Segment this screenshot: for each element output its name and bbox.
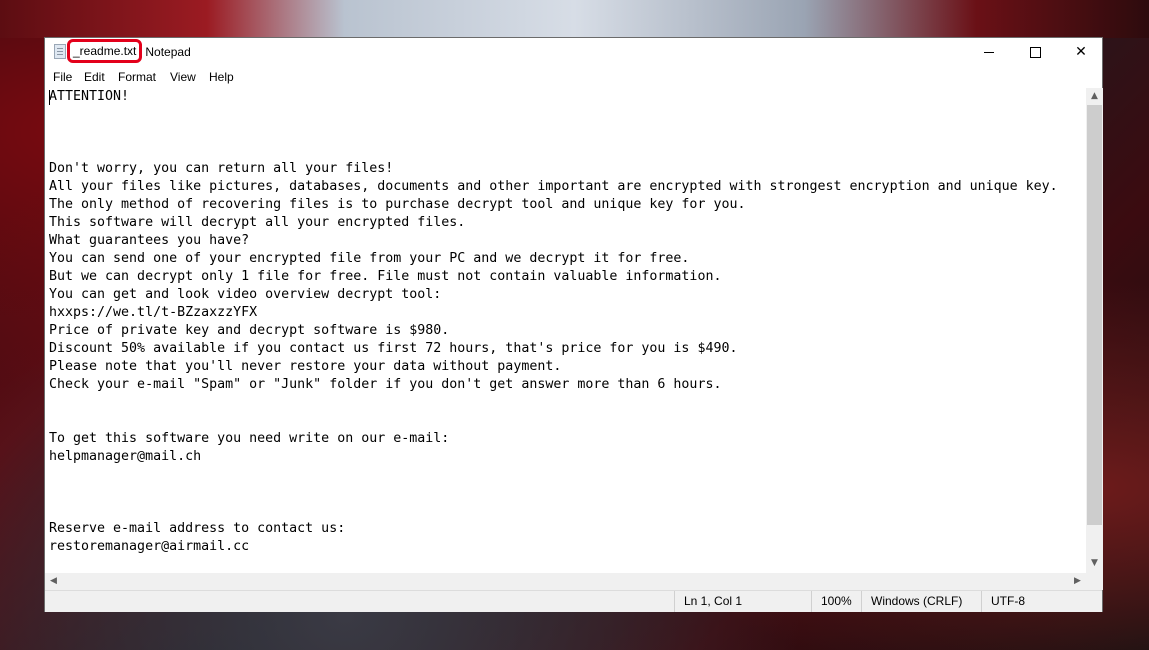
text-caret bbox=[49, 90, 50, 105]
notepad-window: _readme.txt Notepad ✕ File Edit Format Vi… bbox=[44, 37, 1103, 612]
maximize-button[interactable] bbox=[1012, 38, 1058, 66]
scroll-right-icon[interactable]: ▶ bbox=[1069, 576, 1086, 586]
notepad-icon bbox=[54, 44, 66, 59]
minimize-button[interactable] bbox=[966, 38, 1012, 66]
status-zoom: 100% bbox=[811, 591, 861, 612]
maximize-icon bbox=[1029, 46, 1041, 58]
close-button[interactable]: ✕ bbox=[1058, 38, 1104, 66]
menu-bar: File Edit Format View Help bbox=[45, 66, 1102, 88]
minimize-icon bbox=[984, 51, 994, 53]
scroll-left-icon[interactable]: ◀ bbox=[45, 576, 62, 586]
window-title: _readme.txt Notepad bbox=[67, 39, 191, 63]
close-icon: ✕ bbox=[1075, 44, 1087, 60]
text-editor[interactable]: ATTENTION! Don't worry, you can return a… bbox=[45, 88, 1086, 573]
vertical-scroll-thumb[interactable] bbox=[1087, 105, 1102, 525]
scroll-down-icon[interactable]: ▼ bbox=[1086, 558, 1103, 568]
menu-view[interactable]: View bbox=[170, 70, 196, 84]
title-file-name: _readme.txt bbox=[67, 39, 143, 63]
menu-file[interactable]: File bbox=[53, 70, 72, 84]
horizontal-scrollbar[interactable]: ◀ ▶ bbox=[45, 573, 1086, 590]
scroll-up-icon[interactable]: ▲ bbox=[1086, 91, 1103, 101]
menu-edit[interactable]: Edit bbox=[84, 70, 105, 84]
vertical-scrollbar[interactable]: ▲ ▼ bbox=[1086, 88, 1103, 573]
title-bar[interactable]: _readme.txt Notepad ✕ bbox=[45, 38, 1102, 66]
document-text[interactable]: ATTENTION! Don't worry, you can return a… bbox=[49, 88, 1058, 556]
menu-format[interactable]: Format bbox=[118, 70, 156, 84]
status-cursor-position: Ln 1, Col 1 bbox=[674, 591, 811, 612]
status-bar: Ln 1, Col 1 100% Windows (CRLF) UTF-8 bbox=[45, 590, 1102, 612]
desktop-wallpaper bbox=[0, 0, 1149, 38]
status-line-endings: Windows (CRLF) bbox=[861, 591, 981, 612]
title-app-name: Notepad bbox=[145, 45, 191, 59]
scroll-corner bbox=[1086, 573, 1103, 590]
menu-help[interactable]: Help bbox=[209, 70, 234, 84]
status-encoding: UTF-8 bbox=[981, 591, 1102, 612]
